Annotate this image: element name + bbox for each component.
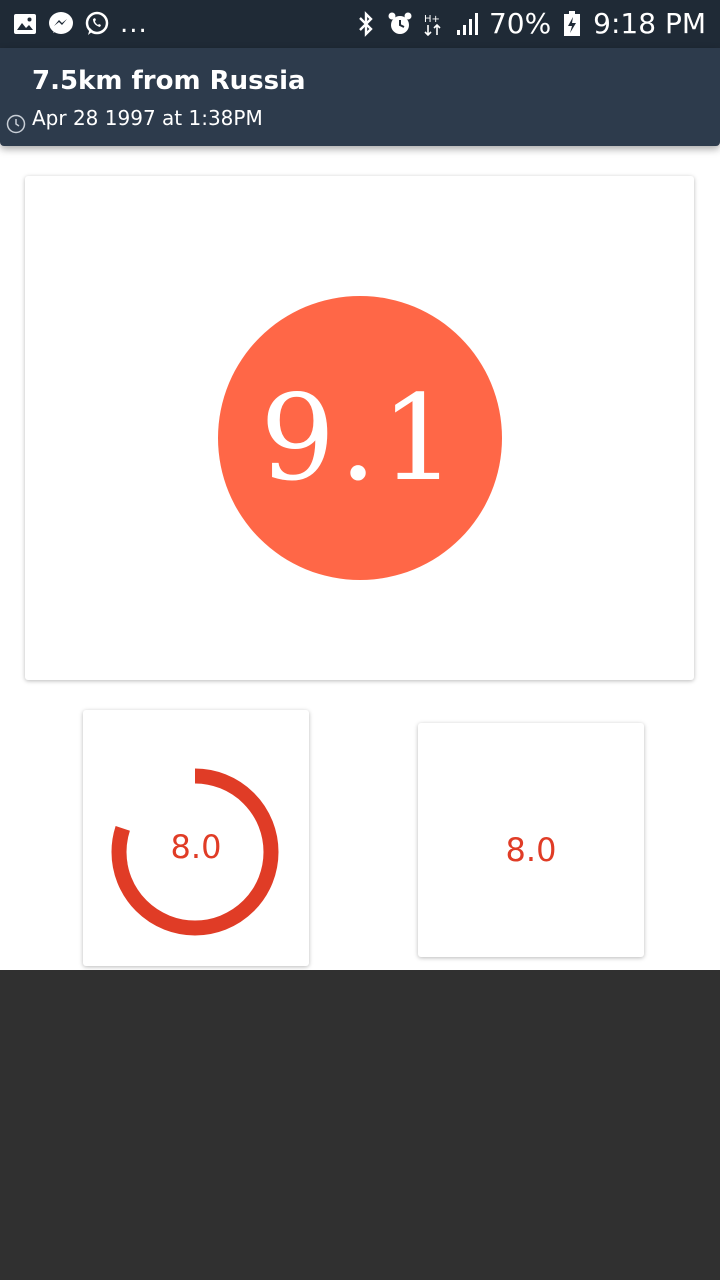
- status-bar: ... H+ 70% 9:18 PM: [0, 0, 720, 48]
- battery-percent: 70%: [488, 7, 552, 40]
- messenger-icon: [48, 11, 74, 37]
- clock-time: 9:18 PM: [593, 7, 706, 40]
- value-card[interactable]: 8.0: [418, 723, 644, 957]
- bottom-area: [0, 970, 720, 1280]
- gauge-value: 8.0: [170, 828, 222, 866]
- magnitude-value: 9.1: [260, 369, 460, 507]
- page-title: 7.5km from Russia: [32, 66, 306, 96]
- battery-charging-icon: [559, 11, 585, 37]
- whatsapp-icon: [84, 11, 110, 37]
- magnitude-card: 9.1: [25, 176, 694, 680]
- gauge-card[interactable]: 8.0: [83, 710, 309, 966]
- data-hplus-icon: H+: [421, 11, 447, 37]
- signal-icon: [455, 11, 481, 37]
- app-bar: 7.5km from Russia Apr 28 1997 at 1:38PM: [0, 48, 720, 146]
- alarm-icon: [387, 11, 413, 37]
- gallery-icon: [12, 11, 38, 37]
- bluetooth-icon: [353, 11, 379, 37]
- svg-text:H+: H+: [424, 14, 440, 25]
- more-notifications-indicator: ...: [120, 9, 148, 39]
- status-right-icons: H+ 70% 9:18 PM: [353, 8, 706, 40]
- status-left-icons: ...: [12, 8, 148, 40]
- magnitude-circle: 9.1: [218, 296, 502, 580]
- clock-icon: [6, 114, 26, 134]
- value-card-value: 8.0: [505, 831, 557, 869]
- event-datetime: Apr 28 1997 at 1:38PM: [32, 106, 263, 130]
